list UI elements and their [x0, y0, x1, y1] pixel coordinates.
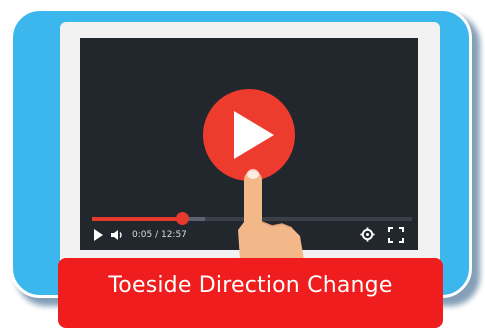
volume-icon[interactable] [110, 228, 124, 242]
play-control-icon[interactable] [94, 229, 103, 241]
progress-knob[interactable] [176, 212, 189, 225]
caption-banner: Toeside Direction Change [58, 258, 443, 328]
pointing-hand-illustration [238, 169, 304, 260]
fullscreen-icon[interactable] [388, 227, 404, 243]
progress-played [92, 217, 182, 221]
time-display: 0:05 / 12:57 [132, 230, 187, 240]
play-icon [234, 111, 274, 159]
video-title: Toeside Direction Change [108, 272, 393, 298]
gear-icon[interactable] [360, 227, 375, 242]
